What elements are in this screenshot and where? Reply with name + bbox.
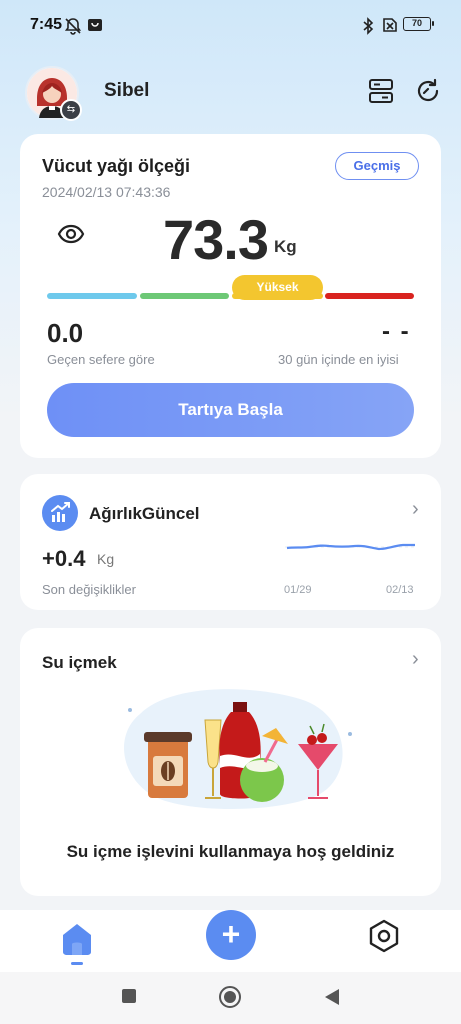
add-icon[interactable]: + xyxy=(206,910,256,960)
weight-trend-card[interactable]: AğırlıkGüncel › +0.4 Kg Son değişiklikle… xyxy=(20,474,441,610)
system-nav-bar xyxy=(0,972,461,1024)
switch-user-icon[interactable]: ⇆ xyxy=(60,99,82,121)
body-fat-card[interactable]: Vücut yağı ölçeği 2024/02/13 07:43:36 Ge… xyxy=(20,134,441,458)
eye-icon[interactable] xyxy=(57,223,85,245)
bottom-nav: + xyxy=(0,910,461,972)
status-time: 7:45 xyxy=(30,16,63,33)
home-active-indicator xyxy=(71,962,83,965)
bluetooth-icon xyxy=(363,17,374,35)
card-title: AğırlıkGüncel xyxy=(89,504,200,523)
battery-icon: 70 xyxy=(403,17,434,31)
status-bar: 7:45 70 xyxy=(0,0,461,50)
notifications-off-icon xyxy=(64,18,82,35)
devices-icon[interactable] xyxy=(367,77,395,105)
no-sim-icon xyxy=(383,18,397,32)
home-button-icon[interactable] xyxy=(218,985,242,1009)
weight-change-value: +0.4 xyxy=(42,546,86,571)
trend-icon xyxy=(42,495,78,531)
weight-sparkline xyxy=(285,543,417,551)
chevron-right-icon[interactable]: › xyxy=(412,498,419,521)
welcome-text: Su içme işlevini kullanmaya hoş geldiniz xyxy=(66,842,395,861)
start-weighing-button[interactable]: Tartıya Başla xyxy=(47,383,414,437)
chart-end-date: 02/13 xyxy=(386,584,414,596)
change-value: 0.0 xyxy=(47,318,84,348)
history-button[interactable]: Geçmiş xyxy=(335,152,419,180)
scale-segment-low xyxy=(47,293,137,299)
weight-change-label: Son değişiklikler xyxy=(42,582,136,597)
card-title: Vücut yağı ölçeği xyxy=(42,156,191,176)
store-icon xyxy=(88,19,102,31)
best-value: - - xyxy=(382,318,411,345)
drinks-illustration xyxy=(123,689,352,809)
refresh-icon[interactable] xyxy=(414,77,442,105)
settings-icon[interactable] xyxy=(368,919,400,953)
best-label: 30 gün içinde en iyisi xyxy=(278,352,399,367)
username: Sibel xyxy=(104,80,150,101)
change-label: Geçen sefere göre xyxy=(47,352,155,367)
measurement-date: 2024/02/13 07:43:36 xyxy=(42,184,171,200)
scale-segment-very-high xyxy=(325,293,414,299)
card-title: Su içmek xyxy=(42,653,117,672)
recents-button-icon[interactable] xyxy=(121,988,137,1004)
status-badge: Yüksek xyxy=(232,275,323,300)
weight-unit: Kg xyxy=(274,237,297,256)
chevron-right-icon[interactable]: › xyxy=(412,648,419,671)
weight-value: 73.3 xyxy=(163,208,269,271)
weight-change-unit: Kg xyxy=(97,551,115,567)
home-icon[interactable] xyxy=(58,918,96,958)
scale-segment-normal xyxy=(140,293,229,299)
water-card[interactable]: Su içmek › Su içme işlevini kullanmaya h… xyxy=(20,628,441,896)
chart-start-date: 01/29 xyxy=(284,584,312,596)
back-button-icon[interactable] xyxy=(323,987,341,1007)
